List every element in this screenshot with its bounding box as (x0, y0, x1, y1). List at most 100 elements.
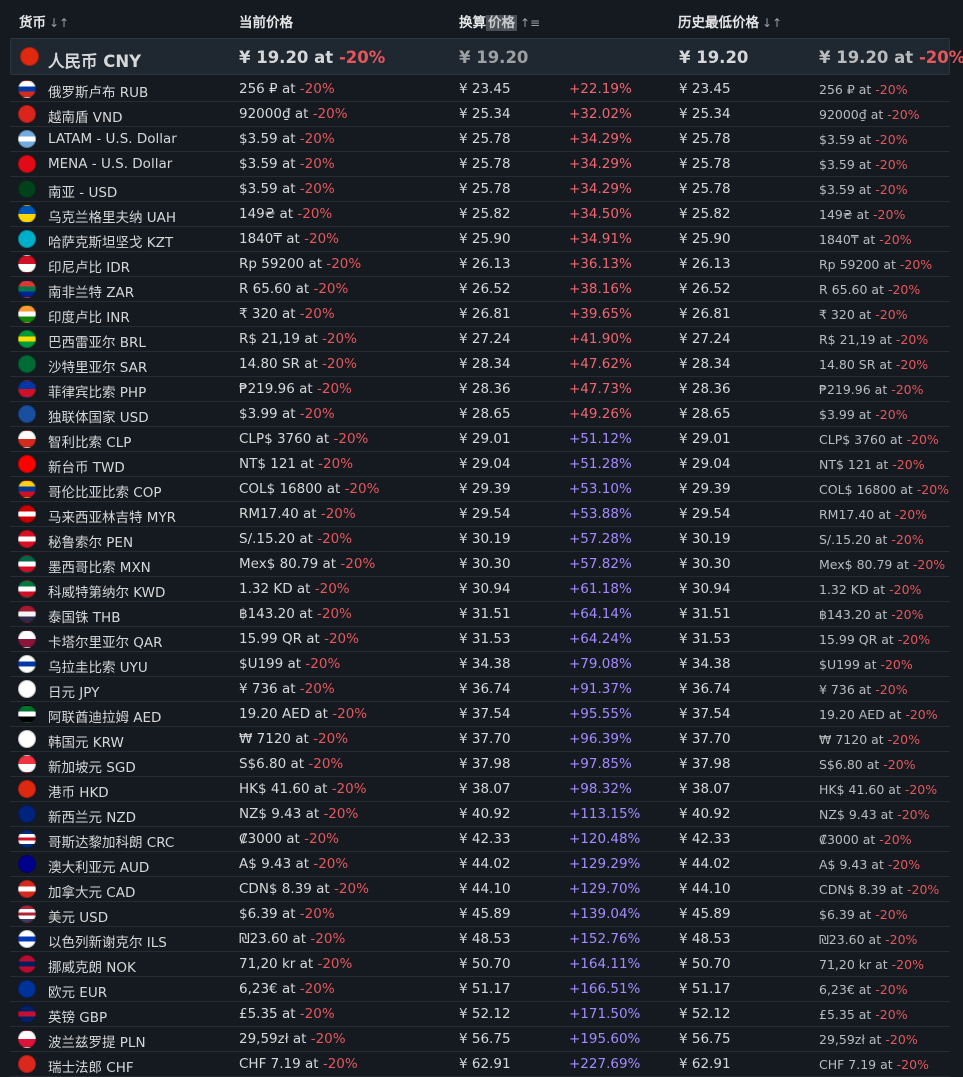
converted-price: ¥ 31.51 (459, 606, 511, 622)
converted-price: ¥ 34.38 (459, 656, 511, 672)
price-difference: +164.11% (569, 956, 641, 972)
discount-badge: -20% (875, 132, 908, 147)
lowest-converted-price: ¥ 25.78 (679, 181, 731, 197)
lowest-price: HK$ 41.60 at -20% (819, 782, 937, 797)
table-row[interactable]: 泰国铢 THB ฿143.20 at -20% ¥ 31.51 +64.14% ¥ 31… (10, 602, 950, 627)
currency-name: 哥斯达黎加科朗 CRC (48, 835, 175, 851)
price-difference: +152.76% (569, 931, 641, 947)
table-row[interactable]: 乌克兰格里夫纳 UAH 149₴ at -20% ¥ 25.82 +34.50% ¥ 2… (10, 202, 950, 227)
table-row[interactable]: 南非兰特 ZAR R 65.60 at -20% ¥ 26.52 +38.16% ¥ 2… (10, 277, 950, 302)
base-converted-price: ¥ 19.20 (459, 48, 529, 67)
table-row[interactable]: 马来西亚林吉特 MYR RM17.40 at -20% ¥ 29.54 +53.88%… (10, 502, 950, 527)
table-row[interactable]: 欧元 EUR 6,23€ at -20% ¥ 51.17 +166.51% ¥ 51.1… (10, 977, 950, 1002)
price-amount: NT$ 121 at (819, 457, 893, 472)
lowest-converted-price: ¥ 25.78 (679, 131, 731, 147)
table-row[interactable]: 挪威克朗 NOK 71,20 kr at -20% ¥ 50.70 +164.11% ¥… (10, 952, 950, 977)
table-row[interactable]: 澳大利亚元 AUD A$ 9.43 at -20% ¥ 44.02 +129.29% ¥… (10, 852, 950, 877)
discount-badge: -20% (316, 381, 352, 397)
price-difference: +49.26% (569, 406, 632, 422)
table-row[interactable]: 沙特里亚尔 SAR 14.80 SR at -20% ¥ 28.34 +47.62% ¥… (10, 352, 950, 377)
table-row[interactable]: 哈萨克斯坦坚戈 KZT 1840₸ at -20% ¥ 25.90 +34.91% ¥ … (10, 227, 950, 252)
table-row[interactable]: 巴西雷亚尔 BRL R$ 21,19 at -20% ¥ 27.24 +41.90% ¥… (10, 327, 950, 352)
base-currency-row[interactable]: 人民币 CNY ¥ 19.20 at -20% ¥ 19.20 ¥ 19.20 … (10, 38, 963, 75)
col-converted-header[interactable]: 换算 价格 ↑≡ (459, 11, 540, 31)
table-row[interactable]: 科威特第纳尔 KWD 1.32 KD at -20% ¥ 30.94 +61.18% ¥… (10, 577, 950, 602)
table-row[interactable]: 墨西哥比索 MXN Mex$ 80.79 at -20% ¥ 30.30 +57.82… (10, 552, 950, 577)
converted-price: ¥ 28.65 (459, 406, 511, 422)
price-amount: 6,23€ at (819, 982, 876, 997)
discount-badge: -20% (891, 607, 924, 622)
table-row[interactable]: 南亚 - USD $3.59 at -20% ¥ 25.78 +34.29% ¥ 25.… (10, 177, 950, 202)
table-row[interactable]: LATAM - U.S. Dollar $3.59 at -20% ¥ 25.78 +… (10, 127, 950, 152)
price-amount: 15.99 QR at (239, 631, 325, 647)
lowest-converted-price: ¥ 29.01 (679, 431, 731, 447)
table-row[interactable]: 美元 USD $6.39 at -20% ¥ 45.89 +139.04% ¥ 45.8… (10, 902, 950, 927)
table-row[interactable]: 俄罗斯卢布 RUB 256 ₽ at -20% ¥ 23.45 +22.19% ¥ 23… (10, 77, 950, 102)
currency-rows: 俄罗斯卢布 RUB 256 ₽ at -20% ¥ 23.45 +22.19% ¥ 23… (10, 77, 950, 1077)
table-row[interactable]: 乌拉圭比索 UYU $U199 at -20% ¥ 34.38 +79.08% ¥ 34… (10, 652, 950, 677)
flag-icon (18, 480, 36, 498)
table-row[interactable]: 新台币 TWD NT$ 121 at -20% ¥ 29.04 +51.28% ¥ 29… (10, 452, 950, 477)
table-row[interactable]: 以色列新谢克尔 ILS ₪23.60 at -20% ¥ 48.53 +152.76%… (10, 927, 950, 952)
table-row[interactable]: 印尼卢比 IDR Rp 59200 at -20% ¥ 26.13 +36.13% ¥ … (10, 252, 950, 277)
currency-name: 墨西哥比索 MXN (48, 560, 151, 576)
table-row[interactable]: 智利比索 CLP CLP$ 3760 at -20% ¥ 29.01 +51.12% ¥… (10, 427, 950, 452)
current-price: CDN$ 8.39 at -20% (239, 881, 369, 897)
current-price: ₱219.96 at -20% (239, 381, 352, 397)
lowest-converted-price: ¥ 31.51 (679, 606, 731, 622)
table-row[interactable]: 越南盾 VND 92000₫ at -20% ¥ 25.34 +32.02% ¥ 25.… (10, 102, 950, 127)
converted-price: ¥ 42.33 (459, 831, 511, 847)
table-row[interactable]: 印度卢比 INR ₹ 320 at -20% ¥ 26.81 +39.65% ¥ 26.… (10, 302, 950, 327)
table-row[interactable]: 秘鲁索尔 PEN S/.15.20 at -20% ¥ 30.19 +57.28% ¥ … (10, 527, 950, 552)
price-amount: CHF 7.19 at (239, 1056, 323, 1072)
col-currency-header[interactable]: 货币 ↓↑ (19, 11, 69, 31)
lowest-price: S/.15.20 at -20% (819, 532, 924, 547)
lowest-price: 6,23€ at -20% (819, 982, 908, 997)
table-row[interactable]: 加拿大元 CAD CDN$ 8.39 at -20% ¥ 44.10 +129.70%… (10, 877, 950, 902)
price-difference: +41.90% (569, 331, 632, 347)
table-row[interactable]: 卡塔尔里亚尔 QAR 15.99 QR at -20% ¥ 31.53 +64.24%… (10, 627, 950, 652)
table-row[interactable]: 韩国元 KRW ₩ 7120 at -20% ¥ 37.70 +96.39% ¥ 37.… (10, 727, 950, 752)
price-difference: +195.60% (569, 1031, 641, 1047)
lowest-converted-price: ¥ 44.02 (679, 856, 731, 872)
col-current-price-header[interactable]: 当前价格 (239, 11, 293, 31)
table-row[interactable]: 英镑 GBP £5.35 at -20% ¥ 52.12 +171.50% ¥ 52.1… (10, 1002, 950, 1027)
current-price: CLP$ 3760 at -20% (239, 431, 368, 447)
col-lowest-header[interactable]: 历史最低价格 ↓↑ (678, 11, 782, 31)
flag-icon (18, 630, 36, 648)
converted-price: ¥ 25.82 (459, 206, 511, 222)
converted-price: ¥ 30.94 (459, 581, 511, 597)
currency-name: 新加坡元 SGD (48, 760, 136, 776)
flag-icon (18, 880, 36, 898)
table-row[interactable]: 新加坡元 SGD S$6.80 at -20% ¥ 37.98 +97.85% ¥ 37… (10, 752, 950, 777)
converted-price: ¥ 25.78 (459, 131, 511, 147)
table-row[interactable]: 瑞士法郎 CHF CHF 7.19 at -20% ¥ 62.91 +227.69% ¥… (10, 1052, 950, 1077)
table-row[interactable]: 菲律宾比索 PHP ₱219.96 at -20% ¥ 28.36 +47.73% ¥ … (10, 377, 950, 402)
current-price: R$ 21,19 at -20% (239, 331, 357, 347)
table-row[interactable]: 日元 JPY ¥ 736 at -20% ¥ 36.74 +91.37% ¥ 36.74… (10, 677, 950, 702)
price-difference: +120.48% (569, 831, 641, 847)
price-amount: CLP$ 3760 at (239, 431, 334, 447)
table-row[interactable]: MENA - U.S. Dollar $3.59 at -20% ¥ 25.78 +3… (10, 152, 950, 177)
table-row[interactable]: 哥伦比亚比索 COP COL$ 16800 at -20% ¥ 29.39 +53.1… (10, 477, 950, 502)
lowest-converted-price: ¥ 37.54 (679, 706, 731, 722)
table-row[interactable]: 哥斯达黎加科朗 CRC ₡3000 at -20% ¥ 42.33 +120.48% ¥… (10, 827, 950, 852)
price-amount: ฿143.20 at (239, 606, 317, 622)
table-row[interactable]: 波兰兹罗提 PLN 29,59zł at -20% ¥ 56.75 +195.60% ¥… (10, 1027, 950, 1052)
table-row[interactable]: 阿联酋迪拉姆 AED 19.20 AED at -20% ¥ 37.54 +95.55… (10, 702, 950, 727)
lowest-converted-price: ¥ 44.10 (679, 881, 731, 897)
discount-badge: -20% (313, 856, 349, 872)
discount-badge: -20% (887, 732, 920, 747)
flag-icon (18, 555, 36, 573)
lowest-converted-price: ¥ 25.90 (679, 231, 731, 247)
table-row[interactable]: 独联体国家 USD $3.99 at -20% ¥ 28.65 +49.26% ¥ 28… (10, 402, 950, 427)
table-row[interactable]: 新西兰元 NZD NZ$ 9.43 at -20% ¥ 40.92 +113.15% ¥… (10, 802, 950, 827)
table-row[interactable]: 港币 HKD HK$ 41.60 at -20% ¥ 38.07 +98.32% ¥ 3… (10, 777, 950, 802)
currency-name: 印度卢比 INR (48, 310, 130, 326)
converted-price: ¥ 52.12 (459, 1006, 511, 1022)
discount-badge: -20% (885, 1032, 918, 1047)
currency-name: 欧元 EUR (48, 985, 108, 1001)
currency-name: 以色列新谢克尔 ILS (48, 935, 167, 951)
converted-price: ¥ 36.74 (459, 681, 511, 697)
flag-icon (18, 380, 36, 398)
